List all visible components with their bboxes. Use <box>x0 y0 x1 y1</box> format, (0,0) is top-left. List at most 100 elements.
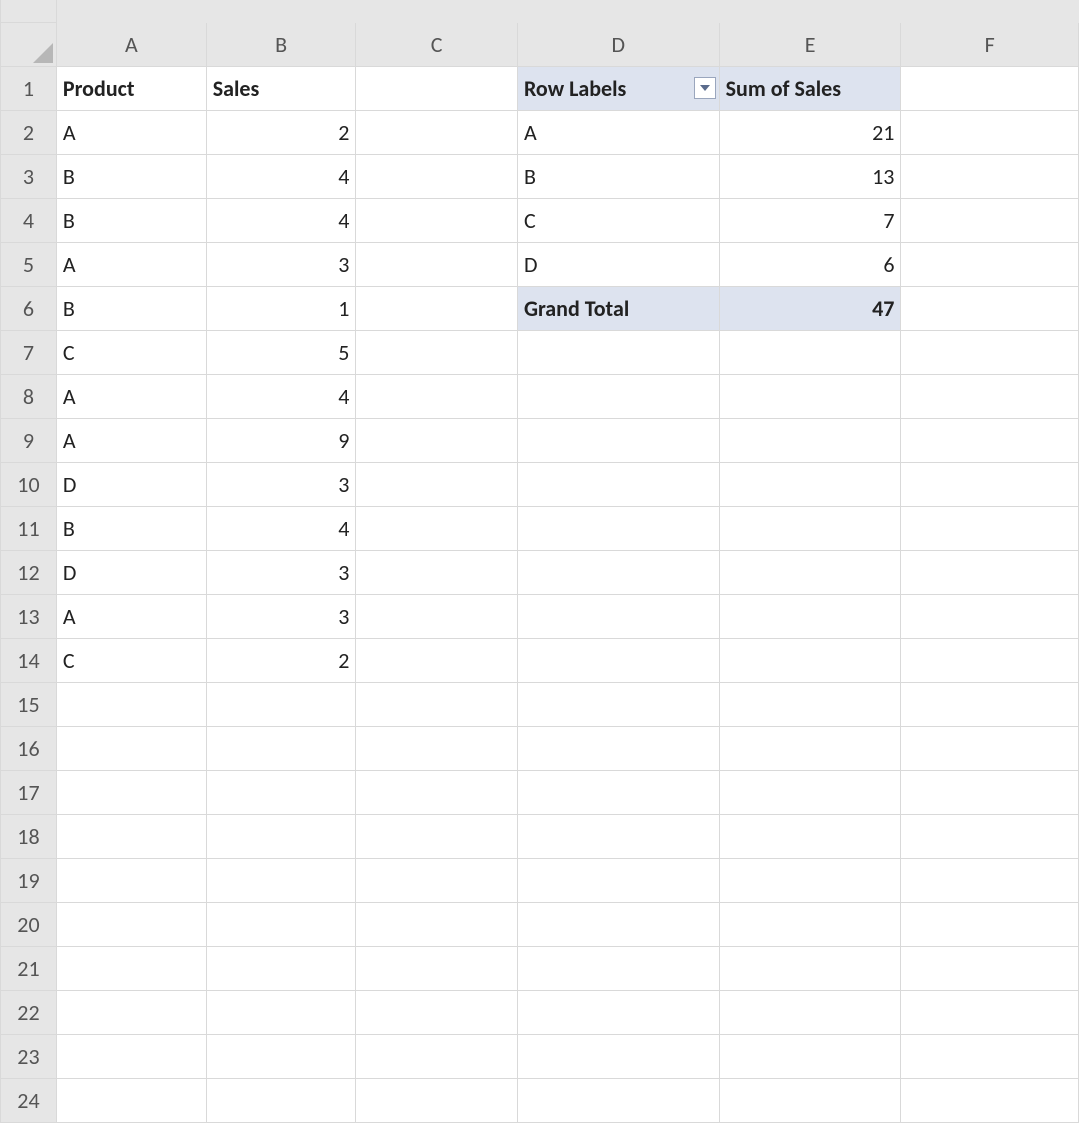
cell-A17[interactable] <box>56 770 206 814</box>
cell-F7[interactable] <box>901 330 1079 374</box>
cell-A6[interactable]: B <box>56 286 206 330</box>
row-header-4[interactable]: 4 <box>1 198 57 242</box>
pivot-row-C-label[interactable]: C <box>517 198 719 242</box>
cell-F8[interactable] <box>901 374 1079 418</box>
row-header-2[interactable]: 2 <box>1 110 57 154</box>
cell-E15[interactable] <box>719 682 901 726</box>
pivot-row-labels-header[interactable]: Row Labels <box>517 66 719 110</box>
cell-C10[interactable] <box>356 462 518 506</box>
cell-F12[interactable] <box>901 550 1079 594</box>
cell-F23[interactable] <box>901 1034 1079 1078</box>
row-header-23[interactable]: 23 <box>1 1034 57 1078</box>
cell-A4[interactable]: B <box>56 198 206 242</box>
cell-D18[interactable] <box>517 814 719 858</box>
cell-F20[interactable] <box>901 902 1079 946</box>
pivot-filter-button[interactable] <box>694 77 716 99</box>
col-header-E[interactable]: E <box>719 22 901 66</box>
row-header-13[interactable]: 13 <box>1 594 57 638</box>
cell-F5[interactable] <box>901 242 1079 286</box>
cell-C6[interactable] <box>356 286 518 330</box>
cell-A20[interactable] <box>56 902 206 946</box>
cell-D12[interactable] <box>517 550 719 594</box>
cell-B23[interactable] <box>206 1034 356 1078</box>
cell-D23[interactable] <box>517 1034 719 1078</box>
cell-A22[interactable] <box>56 990 206 1034</box>
cell-A8[interactable]: A <box>56 374 206 418</box>
cell-D17[interactable] <box>517 770 719 814</box>
cell-D21[interactable] <box>517 946 719 990</box>
cell-E24[interactable] <box>719 1078 901 1122</box>
cell-A10[interactable]: D <box>56 462 206 506</box>
cell-F13[interactable] <box>901 594 1079 638</box>
cell-B2[interactable]: 2 <box>206 110 356 154</box>
cell-B9[interactable]: 9 <box>206 418 356 462</box>
cell-C21[interactable] <box>356 946 518 990</box>
row-header-1[interactable]: 1 <box>1 66 57 110</box>
row-header-8[interactable]: 8 <box>1 374 57 418</box>
cell-D8[interactable] <box>517 374 719 418</box>
cell-C23[interactable] <box>356 1034 518 1078</box>
pivot-grand-total-value[interactable]: 47 <box>719 286 901 330</box>
cell-F14[interactable] <box>901 638 1079 682</box>
cell-F16[interactable] <box>901 726 1079 770</box>
row-header-14[interactable]: 14 <box>1 638 57 682</box>
cell-D7[interactable] <box>517 330 719 374</box>
cell-E16[interactable] <box>719 726 901 770</box>
cell-A19[interactable] <box>56 858 206 902</box>
cell-B17[interactable] <box>206 770 356 814</box>
cell-A14[interactable]: C <box>56 638 206 682</box>
cell-C22[interactable] <box>356 990 518 1034</box>
cell-E12[interactable] <box>719 550 901 594</box>
cell-F19[interactable] <box>901 858 1079 902</box>
pivot-row-A-label[interactable]: A <box>517 110 719 154</box>
cell-E14[interactable] <box>719 638 901 682</box>
cell-C11[interactable] <box>356 506 518 550</box>
cell-D11[interactable] <box>517 506 719 550</box>
cell-C8[interactable] <box>356 374 518 418</box>
cell-F4[interactable] <box>901 198 1079 242</box>
row-header-10[interactable]: 10 <box>1 462 57 506</box>
cell-B19[interactable] <box>206 858 356 902</box>
cell-E9[interactable] <box>719 418 901 462</box>
cell-D14[interactable] <box>517 638 719 682</box>
cell-A3[interactable]: B <box>56 154 206 198</box>
cell-A9[interactable]: A <box>56 418 206 462</box>
cell-A21[interactable] <box>56 946 206 990</box>
cell-C18[interactable] <box>356 814 518 858</box>
pivot-row-D-label[interactable]: D <box>517 242 719 286</box>
cell-B13[interactable]: 3 <box>206 594 356 638</box>
row-header-9[interactable]: 9 <box>1 418 57 462</box>
cell-F22[interactable] <box>901 990 1079 1034</box>
cell-A12[interactable]: D <box>56 550 206 594</box>
col-header-A[interactable]: A <box>56 22 206 66</box>
pivot-row-D-value[interactable]: 6 <box>719 242 901 286</box>
cell-A23[interactable] <box>56 1034 206 1078</box>
row-header-24[interactable]: 24 <box>1 1078 57 1122</box>
cell-A5[interactable]: A <box>56 242 206 286</box>
row-header-21[interactable]: 21 <box>1 946 57 990</box>
cell-E22[interactable] <box>719 990 901 1034</box>
col-header-C[interactable]: C <box>356 22 518 66</box>
cell-A18[interactable] <box>56 814 206 858</box>
cell-F6[interactable] <box>901 286 1079 330</box>
row-header-3[interactable]: 3 <box>1 154 57 198</box>
cell-E23[interactable] <box>719 1034 901 1078</box>
row-header-7[interactable]: 7 <box>1 330 57 374</box>
cell-C20[interactable] <box>356 902 518 946</box>
cell-C7[interactable] <box>356 330 518 374</box>
cell-A15[interactable] <box>56 682 206 726</box>
cell-C14[interactable] <box>356 638 518 682</box>
cell-E21[interactable] <box>719 946 901 990</box>
cell-C12[interactable] <box>356 550 518 594</box>
cell-C1[interactable] <box>356 66 518 110</box>
row-header-18[interactable]: 18 <box>1 814 57 858</box>
cell-C4[interactable] <box>356 198 518 242</box>
cell-B6[interactable]: 1 <box>206 286 356 330</box>
cell-A16[interactable] <box>56 726 206 770</box>
cell-D16[interactable] <box>517 726 719 770</box>
cell-C5[interactable] <box>356 242 518 286</box>
cell-B4[interactable]: 4 <box>206 198 356 242</box>
cell-F3[interactable] <box>901 154 1079 198</box>
cell-E7[interactable] <box>719 330 901 374</box>
cell-C24[interactable] <box>356 1078 518 1122</box>
